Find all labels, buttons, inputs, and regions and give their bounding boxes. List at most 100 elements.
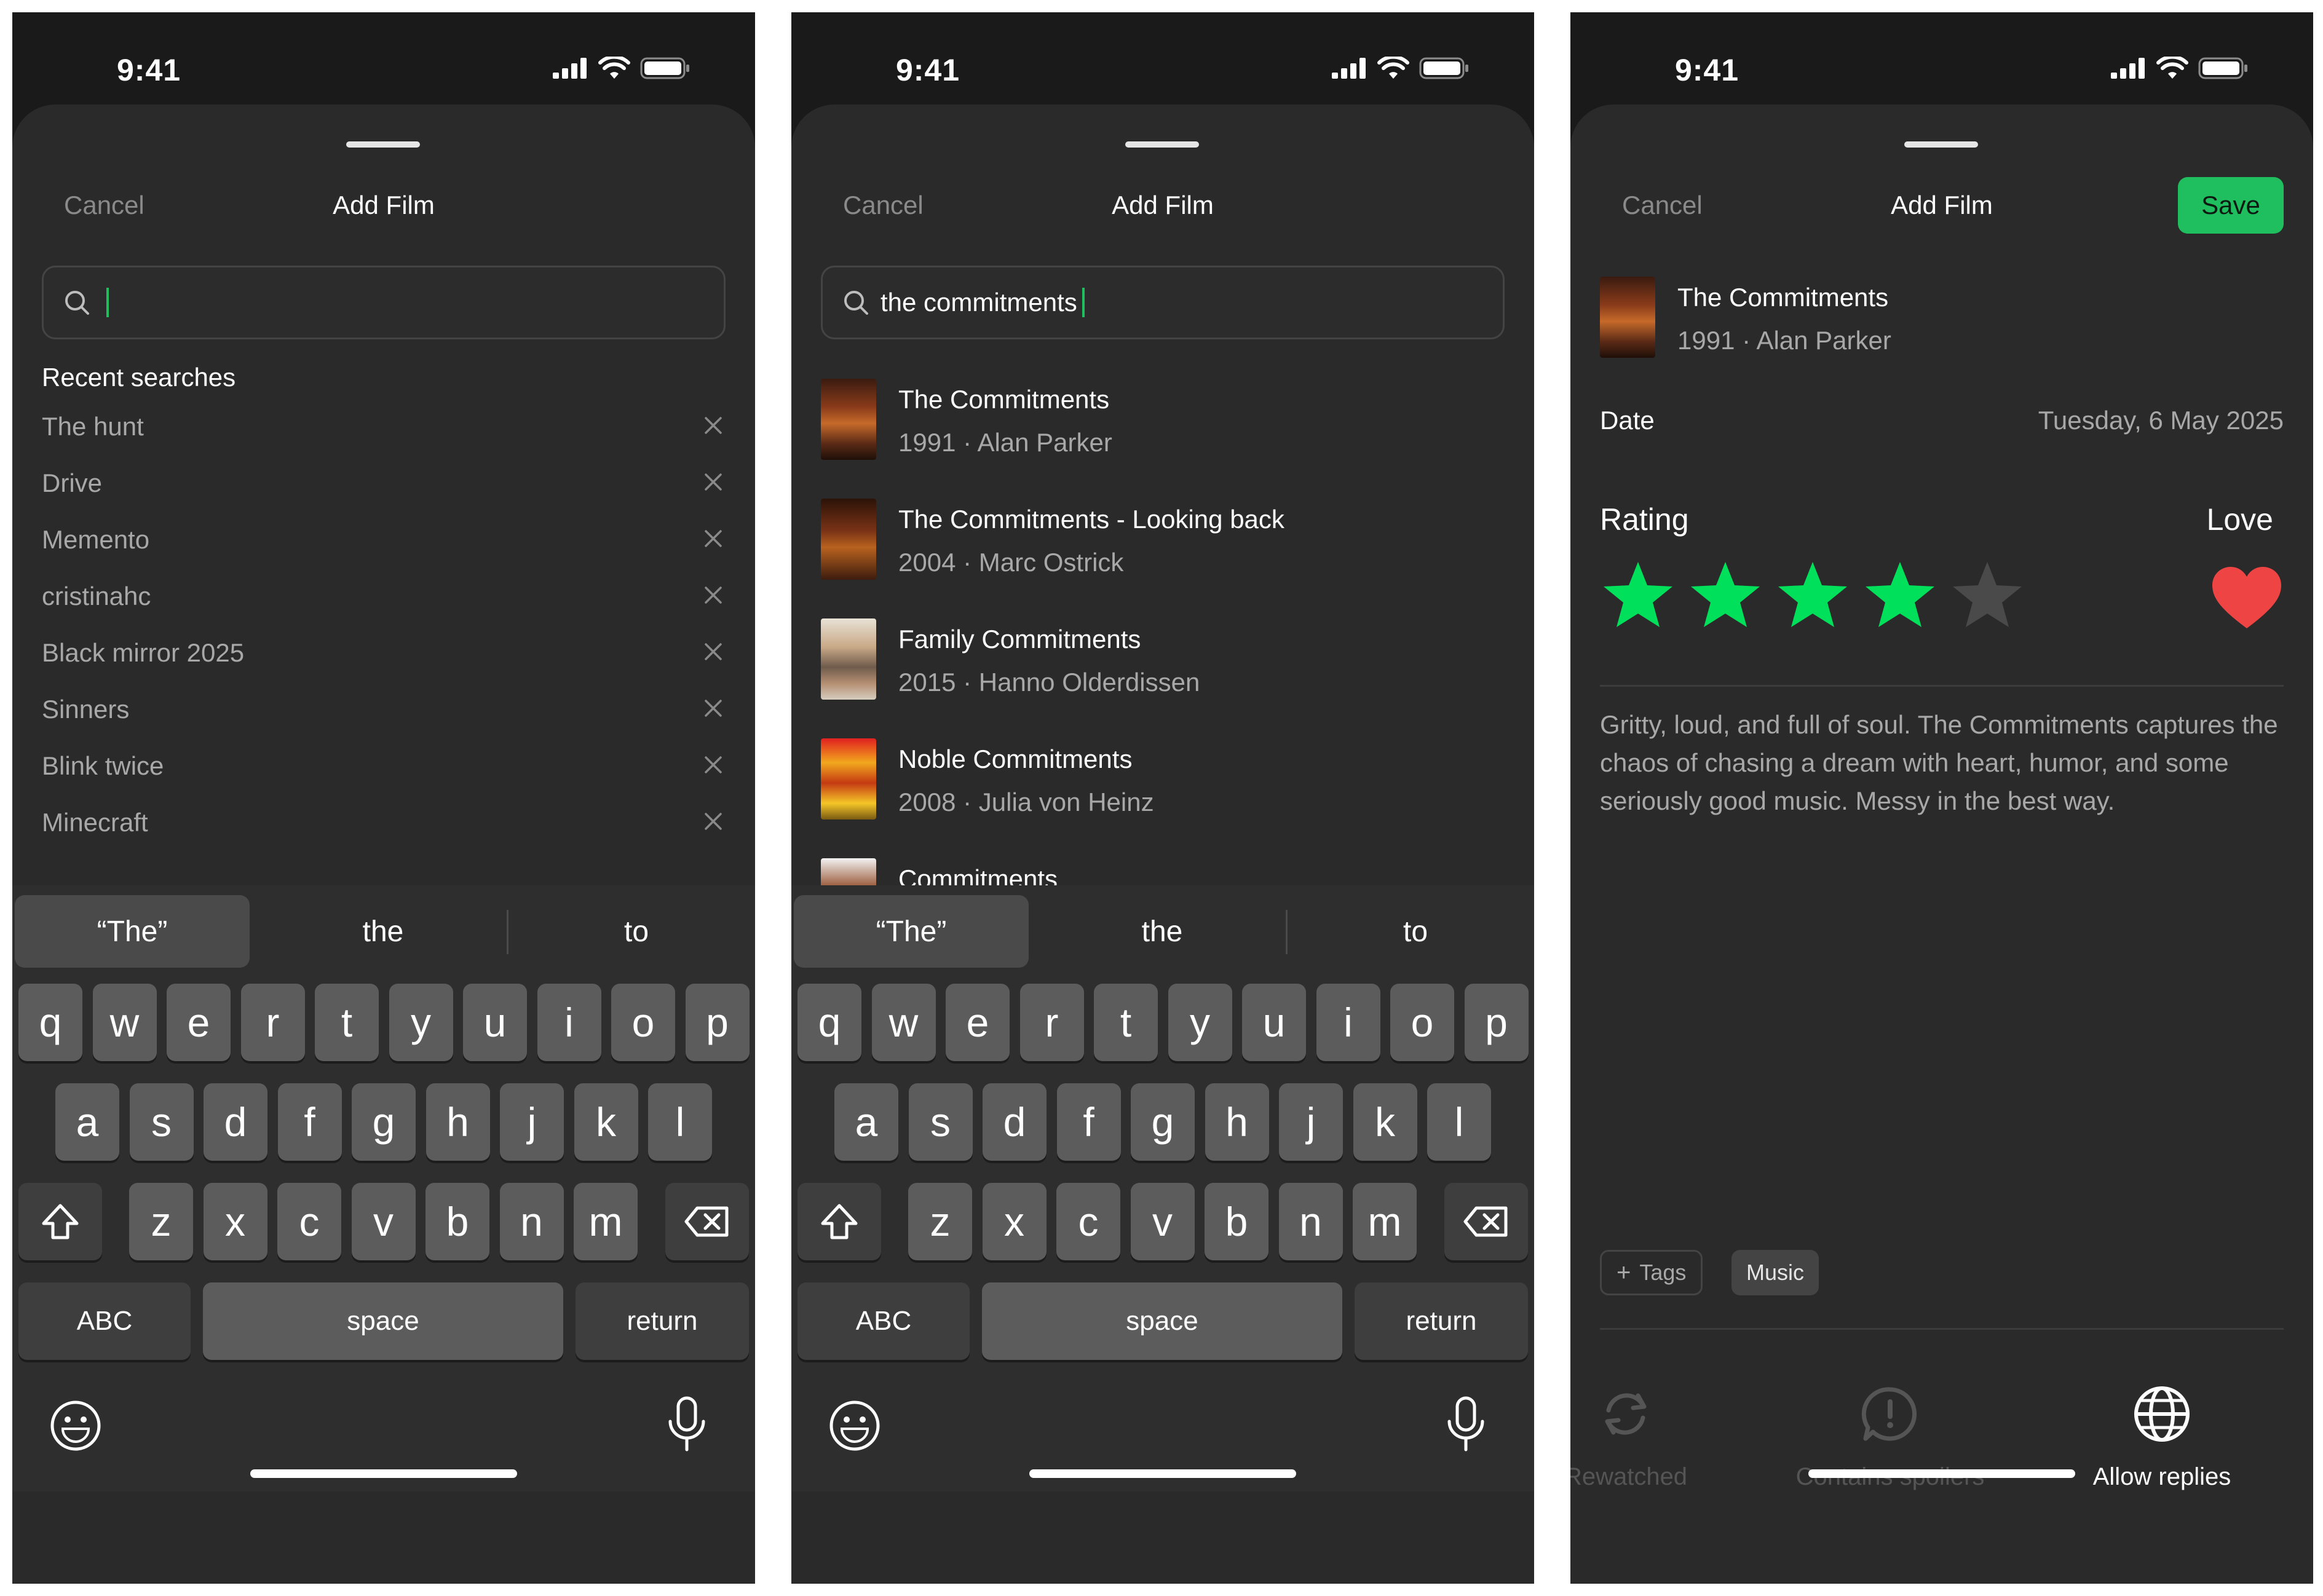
date-value[interactable]: Tuesday, 6 May 2025 (2038, 406, 2284, 435)
key-j[interactable]: j (1279, 1083, 1343, 1161)
key-b[interactable]: b (425, 1183, 489, 1260)
shift-key[interactable] (797, 1183, 881, 1260)
suggestion-item[interactable]: “The” (794, 895, 1029, 968)
key-u[interactable]: u (463, 984, 527, 1061)
key-f[interactable]: f (277, 1083, 342, 1161)
key-h[interactable]: h (425, 1083, 490, 1161)
dictation-button[interactable] (1444, 1396, 1487, 1458)
key-f[interactable]: f (1056, 1083, 1121, 1161)
key-y[interactable]: y (1168, 984, 1232, 1061)
key-e[interactable]: e (167, 984, 231, 1061)
key-k[interactable]: k (574, 1083, 638, 1161)
key-n[interactable]: n (1278, 1183, 1343, 1260)
remove-recent-button[interactable] (702, 414, 724, 440)
suggestion-item[interactable]: “The” (15, 895, 250, 968)
key-o[interactable]: o (1390, 984, 1454, 1061)
key-u[interactable]: u (1242, 984, 1306, 1061)
key-e[interactable]: e (946, 984, 1010, 1061)
key-l[interactable]: l (648, 1083, 712, 1161)
key-i[interactable]: i (1316, 984, 1380, 1061)
recent-search-item[interactable]: Minecraft (12, 808, 755, 875)
save-button[interactable]: Save (2178, 177, 2284, 234)
star-icon[interactable] (1776, 559, 1850, 634)
search-result-item[interactable]: Family Commitments 2015 · Hanno Olderdiss… (821, 618, 1505, 711)
remove-recent-button[interactable] (702, 754, 724, 779)
sheet-grabber[interactable] (1125, 141, 1199, 148)
tag-chip[interactable]: Music (1731, 1250, 1819, 1295)
search-input[interactable]: the commitments (821, 266, 1505, 339)
return-key[interactable]: return (576, 1282, 749, 1360)
key-s[interactable]: s (908, 1083, 973, 1161)
remove-recent-button[interactable] (702, 641, 724, 666)
add-tag-button[interactable]: + Tags (1600, 1250, 1703, 1295)
key-c[interactable]: c (277, 1183, 341, 1260)
key-q[interactable]: q (18, 984, 82, 1061)
key-k[interactable]: k (1353, 1083, 1417, 1161)
remove-recent-button[interactable] (702, 527, 724, 553)
key-s[interactable]: s (129, 1083, 194, 1161)
sheet-grabber[interactable] (1904, 141, 1978, 148)
key-v[interactable]: v (351, 1183, 416, 1260)
key-d[interactable]: d (204, 1083, 267, 1161)
key-m[interactable]: m (574, 1183, 638, 1260)
love-toggle[interactable] (2210, 564, 2284, 635)
remove-recent-button[interactable] (702, 584, 724, 609)
key-y[interactable]: y (389, 984, 453, 1061)
suggestion-item[interactable]: the (269, 895, 497, 968)
backspace-key[interactable] (665, 1183, 749, 1260)
remove-recent-button[interactable] (702, 471, 724, 496)
abc-key[interactable]: ABC (797, 1282, 970, 1360)
space-key[interactable]: space (203, 1282, 563, 1360)
remove-recent-button[interactable] (702, 810, 724, 836)
key-a[interactable]: a (55, 1083, 119, 1161)
review-text[interactable]: Gritty, loud, and full of soul. The Comm… (1600, 706, 2284, 820)
return-key[interactable]: return (1355, 1282, 1528, 1360)
search-input[interactable] (42, 266, 726, 339)
key-n[interactable]: n (499, 1183, 564, 1260)
key-h[interactable]: h (1205, 1083, 1269, 1161)
star-icon[interactable] (1688, 559, 1762, 634)
suggestion-item[interactable]: the (1048, 895, 1276, 968)
suggestion-item[interactable]: to (1299, 895, 1532, 968)
key-x[interactable]: x (203, 1183, 267, 1260)
emoji-button[interactable] (828, 1399, 881, 1455)
key-r[interactable]: r (1019, 984, 1084, 1061)
search-result-item[interactable]: The Commitments 1991 · Alan Parker (821, 379, 1505, 471)
key-o[interactable]: o (611, 984, 675, 1061)
key-r[interactable]: r (240, 984, 305, 1061)
star-icon[interactable] (1863, 559, 1937, 634)
star-rating[interactable] (1601, 559, 2024, 634)
key-t[interactable]: t (1094, 984, 1158, 1061)
key-b[interactable]: b (1205, 1183, 1268, 1260)
selected-film[interactable]: The Commitments 1991 · Alan Parker (1600, 277, 2284, 363)
allow-replies-toggle[interactable]: Allow replies (2039, 1383, 2285, 1491)
key-q[interactable]: q (797, 984, 861, 1061)
suggestion-item[interactable]: to (520, 895, 753, 968)
shift-key[interactable] (18, 1183, 102, 1260)
key-v[interactable]: v (1130, 1183, 1195, 1260)
sheet-grabber[interactable] (346, 141, 420, 148)
remove-recent-button[interactable] (702, 697, 724, 722)
star-icon[interactable] (1601, 559, 1675, 634)
key-j[interactable]: j (500, 1083, 564, 1161)
key-c[interactable]: c (1056, 1183, 1120, 1260)
search-result-item[interactable]: The Commitments - Looking back 2004 · Mar… (821, 499, 1505, 591)
search-result-item[interactable]: Noble Commitments 2008 · Julia von Heinz (821, 738, 1505, 831)
key-x[interactable]: x (982, 1183, 1047, 1260)
key-w[interactable]: w (92, 984, 157, 1061)
key-g[interactable]: g (1131, 1083, 1195, 1161)
key-a[interactable]: a (834, 1083, 898, 1161)
star-icon[interactable] (1950, 559, 2024, 634)
key-m[interactable]: m (1353, 1183, 1417, 1260)
key-l[interactable]: l (1427, 1083, 1491, 1161)
key-z[interactable]: z (129, 1183, 193, 1260)
key-p[interactable]: p (1464, 984, 1529, 1061)
key-g[interactable]: g (352, 1083, 416, 1161)
key-w[interactable]: w (871, 984, 936, 1061)
key-p[interactable]: p (685, 984, 750, 1061)
abc-key[interactable]: ABC (18, 1282, 191, 1360)
rewatched-toggle[interactable]: Rewatched (1570, 1383, 1749, 1491)
dictation-button[interactable] (665, 1396, 708, 1458)
emoji-button[interactable] (49, 1399, 102, 1455)
key-z[interactable]: z (908, 1183, 972, 1260)
